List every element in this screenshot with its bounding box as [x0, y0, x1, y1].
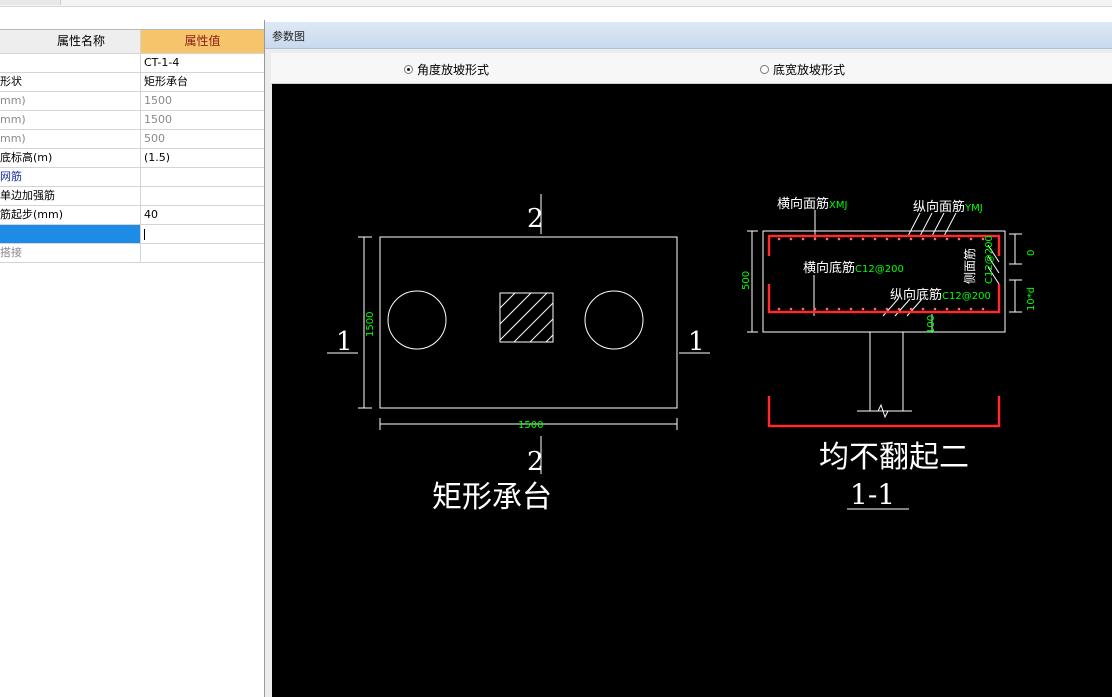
property-name: mm): [0, 111, 141, 129]
drawing-svg: 2 2 1 1 1500 1500 矩形承台 横向面筋XMJ 纵向面筋YMJ 横…: [327, 194, 1037, 515]
property-name-selected: [0, 225, 141, 243]
property-row-width[interactable]: mm) 1500: [0, 111, 264, 130]
property-row-edge-rebar[interactable]: 单边加强筋: [0, 187, 264, 206]
property-value[interactable]: 40: [141, 206, 264, 224]
section-mark-right: 1: [688, 327, 705, 357]
radio-width-slope[interactable]: 底宽放坡形式: [760, 61, 845, 78]
property-value[interactable]: CT-1-4: [141, 54, 264, 72]
radio-label: 底宽放坡形式: [773, 63, 846, 77]
parameter-window: 参数图 角度放坡形式 底宽放坡形式 2 2 1 1 1500 1500 矩形承台…: [265, 22, 1112, 697]
property-name: 单边加强筋: [0, 187, 141, 205]
property-row-length[interactable]: mm) 1500: [0, 92, 264, 111]
property-value: 500: [144, 132, 165, 145]
property-name: 搭接: [0, 244, 141, 262]
plan-view: [327, 194, 710, 474]
property-name: mm): [0, 92, 141, 110]
property-value[interactable]: [141, 244, 264, 262]
section-caption: 均不翻起二: [819, 440, 969, 475]
property-row-lap[interactable]: 搭接: [0, 244, 264, 263]
property-name: mm): [0, 130, 141, 148]
property-value[interactable]: (1.5): [141, 149, 264, 167]
dim-text-vertical: 1500: [365, 312, 376, 337]
section-mark-bottom: 2: [527, 447, 544, 477]
pile-section: [869, 332, 904, 412]
dim-embed-text: 100: [926, 315, 937, 334]
property-row-bottom-elevation[interactable]: 底标高(m) (1.5): [0, 149, 264, 168]
property-value[interactable]: [141, 168, 264, 186]
radio-unselected-icon: [760, 65, 769, 74]
pile-right: [584, 290, 644, 350]
property-value-header: 属性值: [141, 30, 264, 53]
property-value[interactable]: 矩形承台: [141, 73, 264, 91]
label-top-transverse: 横向面筋XMJ: [777, 196, 847, 212]
property-row-shape[interactable]: 形状 矩形承台: [0, 73, 264, 92]
property-header-row: 属性名称 属性值: [0, 30, 264, 54]
leader-top-long-1: [907, 212, 921, 237]
radio-bar: 角度放坡形式 底宽放坡形式: [271, 53, 1112, 84]
hatch-lines: [499, 292, 554, 343]
property-name: 网筋: [0, 168, 141, 186]
radio-label: 角度放坡形式: [417, 63, 490, 77]
section-name: 1-1: [850, 478, 895, 511]
leader-top-long-4: [943, 212, 957, 237]
property-name: 筋起步(mm): [0, 206, 141, 224]
leader-top-long-3: [931, 212, 945, 237]
dim-height-text: 500: [741, 271, 752, 290]
property-name: 底标高(m): [0, 149, 141, 167]
property-row-name[interactable]: CT-1-4: [0, 54, 264, 73]
property-row-rebar-start[interactable]: 筋起步(mm) 40: [0, 206, 264, 225]
property-name: 形状: [0, 73, 141, 91]
top-strip: [0, 0, 1112, 7]
property-grid: 属性名称 属性值 CT-1-4 形状 矩形承台 mm) 1500 mm) 150…: [0, 29, 264, 263]
label-side: 侧面筋: [962, 248, 977, 284]
property-row-height[interactable]: mm) 500: [0, 130, 264, 149]
pile-left: [387, 290, 447, 350]
label-top-longitudinal: 纵向面筋YMJ: [913, 199, 983, 215]
window-title: 参数图: [272, 30, 305, 43]
plan-title: 矩形承台: [432, 480, 552, 515]
leader-top-long-2: [919, 212, 933, 237]
radio-angle-slope[interactable]: 角度放坡形式: [404, 61, 489, 78]
section-mark-left: 1: [336, 327, 353, 357]
property-name: [0, 54, 141, 72]
label-bottom-transverse: 横向底筋C12@200: [803, 260, 904, 276]
property-value[interactable]: [141, 187, 264, 205]
section-mark-top: 2: [527, 204, 544, 234]
property-value-editor[interactable]: [141, 225, 264, 243]
text-caret: [144, 228, 145, 240]
radio-selected-icon: [404, 65, 413, 74]
tab-strip: [0, 0, 61, 5]
property-value: 1500: [144, 113, 172, 126]
property-row-mesh-rebar[interactable]: 网筋: [0, 168, 264, 187]
code-side: C12@200: [984, 235, 995, 284]
dim-right-text: 0: [1026, 250, 1037, 256]
pile-cap-outline: [379, 236, 678, 409]
property-name-header: 属性名称: [0, 30, 141, 53]
label-bottom-longitudinal: 纵向底筋C12@200: [890, 287, 991, 303]
dim-text-horizontal: 1500: [518, 420, 543, 431]
dim-side-text: 10*d: [1026, 287, 1037, 311]
drawing-canvas: 2 2 1 1 1500 1500 矩形承台 横向面筋XMJ 纵向面筋YMJ 横…: [272, 84, 1112, 697]
property-value: 1500: [144, 94, 172, 107]
property-row-selected[interactable]: [0, 225, 264, 244]
window-titlebar[interactable]: 参数图: [265, 22, 1112, 49]
